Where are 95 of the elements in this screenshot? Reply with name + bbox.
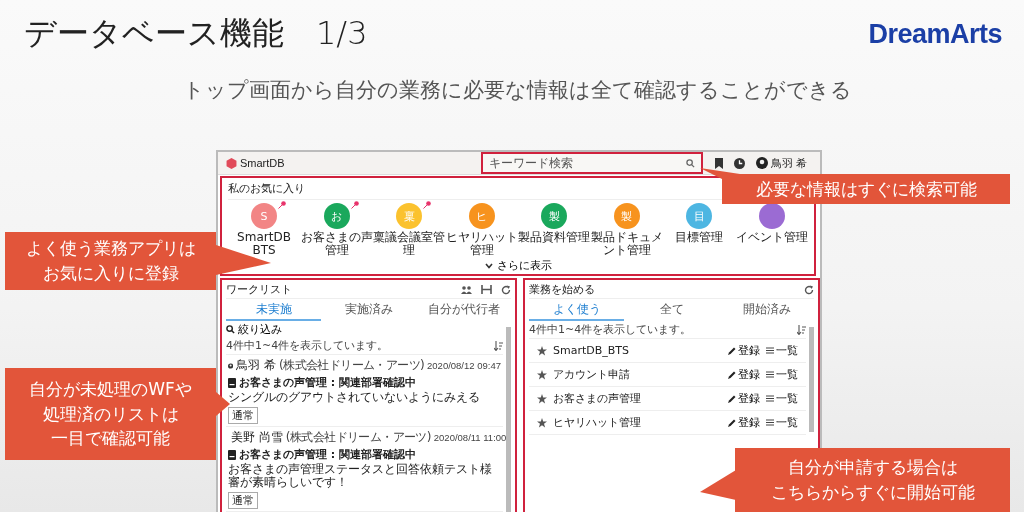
star-icon[interactable] bbox=[537, 393, 547, 404]
register-link[interactable]: 登録 bbox=[728, 391, 760, 406]
refresh-icon[interactable] bbox=[501, 284, 511, 295]
author-name: 美野 尚雪 bbox=[231, 429, 283, 446]
list-icon bbox=[766, 347, 774, 354]
scrollbar[interactable] bbox=[809, 327, 814, 432]
favorite-app[interactable]: 稟 稟議会議室管理 bbox=[373, 203, 446, 257]
tab[interactable]: 実施済み bbox=[321, 300, 416, 321]
star-icon[interactable] bbox=[537, 417, 547, 428]
register-link[interactable]: 登録 bbox=[728, 367, 760, 382]
favorite-app[interactable]: S SmartDB BTS bbox=[228, 203, 300, 257]
list-icon bbox=[766, 395, 774, 402]
user-name[interactable]: 鳥羽 希 bbox=[771, 155, 808, 171]
sort-icon[interactable] bbox=[494, 340, 503, 351]
scrollbar[interactable] bbox=[506, 327, 511, 512]
item-note: お客さまの声管理ステータスと回答依頼テスト様審が素晴らしいです！ bbox=[228, 463, 493, 489]
chevron-down-icon bbox=[484, 262, 493, 269]
favorite-app[interactable]: 製 製品資料管理 bbox=[518, 203, 591, 257]
star-icon[interactable] bbox=[537, 345, 547, 356]
logo: DreamArts bbox=[868, 18, 1002, 50]
favorite-app[interactable]: イベント管理 bbox=[735, 203, 808, 257]
app-brand: SmartDB bbox=[240, 157, 285, 169]
favorite-app[interactable]: 製 製品ドキュメント管理 bbox=[590, 203, 663, 257]
list-link[interactable]: 一覧 bbox=[766, 367, 798, 382]
refresh-icon[interactable] bbox=[804, 284, 814, 295]
callout-text: 処理済のリストは bbox=[42, 402, 179, 426]
avatar-icon[interactable] bbox=[756, 157, 768, 169]
tab[interactable]: 自分が代行者 bbox=[416, 300, 511, 321]
favorite-app[interactable]: ヒ ヒヤリハット管理 bbox=[445, 203, 518, 257]
tab[interactable]: 全て bbox=[624, 300, 719, 321]
people-icon[interactable] bbox=[461, 285, 472, 294]
app-avatar: 製 bbox=[613, 203, 640, 229]
app-avatar: 目 bbox=[686, 203, 713, 229]
item-note: シングルのグアウトされていないようにみえる bbox=[228, 391, 481, 404]
app-avatar: 稟 bbox=[396, 203, 423, 229]
star-icon[interactable] bbox=[537, 369, 547, 380]
app-name[interactable]: SmartDB_BTS bbox=[553, 344, 722, 357]
app-name[interactable]: ヒヤリハット管理 bbox=[553, 415, 722, 430]
favorite-app[interactable]: お お客さまの声管理 bbox=[300, 203, 373, 257]
search-icon bbox=[686, 158, 695, 168]
result-count: 4件中1~4件を表示しています。 bbox=[529, 322, 692, 337]
search-input[interactable]: キーワード検索 bbox=[489, 156, 686, 170]
callout-text: 一目で確認可能 bbox=[51, 427, 170, 451]
item-tag: 通常 bbox=[228, 407, 258, 424]
pencil-icon bbox=[728, 346, 736, 355]
register-link[interactable]: 登録 bbox=[728, 343, 760, 358]
callout-text: よく使う業務アプリは bbox=[25, 237, 196, 261]
avatar-icon bbox=[228, 360, 234, 371]
document-icon bbox=[228, 449, 236, 460]
item-title: お客さまの声管理 : 関連部署確認中 bbox=[239, 375, 417, 390]
app-name[interactable]: アカウント申請 bbox=[553, 367, 722, 382]
search-field[interactable]: キーワード検索 bbox=[481, 152, 703, 174]
panel-title: 業務を始める bbox=[529, 282, 595, 297]
list-icon bbox=[766, 371, 774, 378]
clock-icon[interactable] bbox=[734, 157, 745, 169]
filter-button[interactable]: 絞り込み bbox=[226, 321, 282, 337]
list-icon bbox=[766, 419, 774, 426]
callout-text: 自分が未処理のWFや bbox=[29, 378, 192, 402]
tab[interactable]: 開始済み bbox=[719, 300, 814, 321]
callout-text: お気に入りに登録 bbox=[42, 262, 179, 285]
pencil-icon bbox=[728, 370, 736, 379]
callout-text: こちらからすぐに開始可能 bbox=[770, 481, 975, 504]
callout-text: 自分が申請する場合は bbox=[787, 456, 958, 480]
list-link[interactable]: 一覧 bbox=[766, 343, 798, 358]
register-link[interactable]: 登録 bbox=[728, 415, 760, 430]
document-icon bbox=[228, 377, 236, 388]
list-link[interactable]: 一覧 bbox=[766, 415, 798, 430]
result-count: 4件中1~4件を表示しています。 bbox=[226, 338, 389, 353]
tab[interactable]: よく使う bbox=[529, 300, 624, 321]
pencil-icon bbox=[728, 394, 736, 403]
app-avatar: ヒ bbox=[468, 203, 495, 229]
tab[interactable]: 未実施 bbox=[226, 300, 321, 321]
pencil-icon bbox=[728, 418, 736, 427]
worklist-item[interactable]: 鳥羽 希 (株式会社ドリーム・アーツ) 2020/08/12 09:47 お客さまの声管理 : 関連部署確認中 シングルのグアウトされていないようにみえる 通常 bbox=[226, 355, 503, 427]
slide-subtitle: トップ画面から自分の業務に必要な情報は全て確認することができる bbox=[181, 77, 853, 104]
favorite-app[interactable]: 目 目標管理 bbox=[663, 203, 736, 257]
sort-icon[interactable] bbox=[797, 324, 806, 335]
author-name: 鳥羽 希 bbox=[236, 357, 277, 374]
company-name: (株式会社ドリーム・アーツ) bbox=[279, 357, 425, 374]
app-avatar: お bbox=[323, 203, 350, 229]
company-name: (株式会社ドリーム・アーツ) bbox=[285, 429, 431, 446]
search-icon bbox=[226, 325, 235, 334]
flow-icon[interactable] bbox=[481, 285, 492, 294]
show-more-button[interactable]: さらに表示 bbox=[484, 258, 552, 273]
app-avatar: 製 bbox=[541, 203, 568, 229]
app-avatar: S bbox=[251, 203, 277, 229]
slide-title: データベース機能 1/3 bbox=[24, 13, 368, 54]
panel-title: ワークリスト bbox=[226, 282, 292, 297]
list-link[interactable]: 一覧 bbox=[766, 391, 798, 406]
logo-icon bbox=[226, 157, 237, 169]
bookmark-icon[interactable] bbox=[715, 157, 723, 169]
app-name[interactable]: お客さまの声管理 bbox=[553, 391, 722, 406]
item-title: お客さまの声管理 : 関連部署確認中 bbox=[239, 447, 417, 462]
item-tag: 通常 bbox=[228, 492, 258, 509]
item-date: 2020/08/12 09:47 bbox=[427, 360, 501, 371]
